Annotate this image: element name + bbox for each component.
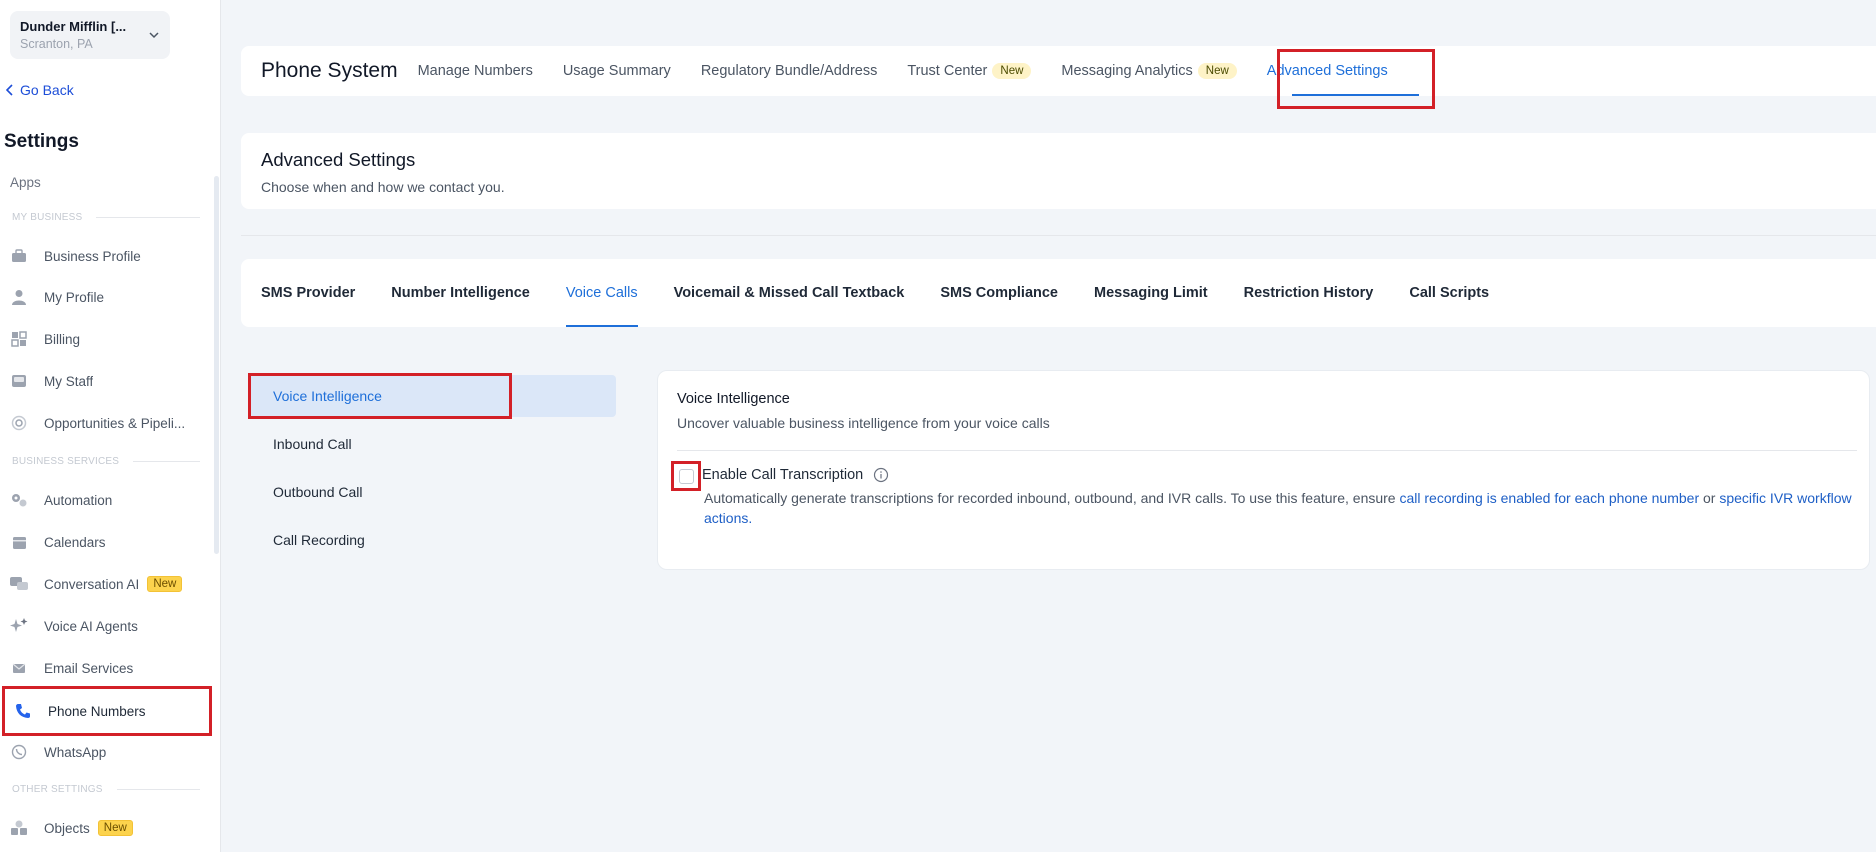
- sidebar-item-label: Automation: [44, 492, 113, 508]
- checkbox-label: Enable Call Transcription: [702, 467, 889, 483]
- card-title: Voice Intelligence: [677, 391, 790, 407]
- grid-icon: [10, 330, 28, 348]
- gears-icon: [10, 491, 28, 509]
- sidebar-item-label: Conversation AI: [44, 576, 140, 592]
- section-label-my-business: MY BUSINESS: [12, 212, 200, 223]
- tab-regulatory-bundle[interactable]: Regulatory Bundle/Address: [701, 63, 878, 79]
- tab-voicemail-missed-call[interactable]: Voicemail & Missed Call Textback: [674, 259, 905, 327]
- sidebar-item-label: Opportunities & Pipeli...: [44, 415, 186, 431]
- go-back-link[interactable]: Go Back: [6, 82, 74, 98]
- chevron-left-icon: [6, 84, 13, 96]
- call-recording-link[interactable]: call recording is enabled for each phone…: [1399, 490, 1699, 506]
- description-text: Automatically generate transcriptions fo…: [704, 490, 1400, 506]
- sidebar-item-phone-numbers[interactable]: Phone Numbers: [2, 686, 212, 736]
- section-title: Advanced Settings: [261, 149, 416, 170]
- voice-intelligence-card: Voice Intelligence Uncover valuable busi…: [657, 370, 1870, 570]
- tab-voice-calls[interactable]: Voice Calls: [565, 259, 638, 327]
- sidebar-item-label: My Staff: [44, 373, 94, 389]
- sidebar-item-objects[interactable]: Objects New: [10, 811, 210, 845]
- tab-usage-summary[interactable]: Usage Summary: [563, 63, 671, 79]
- sidebar-item-business-profile[interactable]: Business Profile: [10, 239, 210, 273]
- new-badge: New: [147, 576, 183, 592]
- tab-manage-numbers[interactable]: Manage Numbers: [418, 63, 533, 79]
- tab-label: Messaging Analytics: [1061, 63, 1193, 79]
- sidebar-item-conversation-ai[interactable]: Conversation AI New: [10, 567, 210, 601]
- subnav-voice-intelligence[interactable]: Voice Intelligence: [273, 388, 382, 404]
- staff-icon: [10, 372, 28, 390]
- tab-label: Trust Center: [907, 63, 988, 79]
- calendar-icon: [10, 533, 28, 551]
- target-icon: [10, 414, 28, 432]
- sidebar-item-label: Email Services: [44, 660, 134, 676]
- sidebar-item-opportunities[interactable]: Opportunities & Pipeli...: [10, 406, 210, 440]
- checkbox-label-text: Enable Call Transcription: [702, 467, 864, 483]
- sidebar-item-calendars[interactable]: Calendars: [10, 525, 210, 559]
- subnav-outbound-call[interactable]: Outbound Call: [273, 484, 363, 500]
- sidebar-item-my-profile[interactable]: My Profile: [10, 280, 210, 314]
- sidebar-item-label: Billing: [44, 331, 81, 347]
- page-title: Phone System: [261, 59, 398, 82]
- location-address: Scranton, PA: [20, 37, 93, 51]
- user-icon: [10, 288, 28, 306]
- chevron-down-icon: [149, 32, 159, 39]
- sidebar-item-label: Phone Numbers: [48, 703, 146, 719]
- email-icon: [10, 659, 28, 677]
- sidebar-item-label: Calendars: [44, 534, 106, 550]
- sidebar: Dunder Mifflin [... Scranton, PA Go Back…: [0, 0, 221, 852]
- tab-sms-compliance[interactable]: SMS Compliance: [940, 259, 1058, 327]
- phone-icon: [14, 702, 32, 720]
- divider: [677, 450, 1857, 451]
- briefcase-icon: [10, 247, 28, 265]
- new-badge: New: [97, 820, 133, 836]
- advanced-settings-card: Advanced Settings Choose when and how we…: [241, 133, 1876, 209]
- subnav-inbound-call[interactable]: Inbound Call: [273, 436, 352, 452]
- go-back-label: Go Back: [20, 82, 74, 98]
- tab-call-scripts[interactable]: Call Scripts: [1409, 259, 1489, 327]
- sidebar-item-label: Voice AI Agents: [44, 618, 138, 634]
- new-badge: New: [1197, 63, 1237, 79]
- settings-subtabs: SMS Provider Number Intelligence Voice C…: [241, 259, 1876, 327]
- tab-sms-provider[interactable]: SMS Provider: [261, 259, 355, 327]
- subnav-call-recording[interactable]: Call Recording: [273, 532, 365, 548]
- sidebar-item-voice-ai-agents[interactable]: Voice AI Agents: [10, 609, 210, 643]
- new-badge: New: [992, 63, 1032, 79]
- sidebar-item-my-staff[interactable]: My Staff: [10, 364, 210, 398]
- sidebar-item-label: My Profile: [44, 289, 105, 305]
- section-label-business-services: BUSINESS SERVICES: [12, 456, 200, 467]
- sidebar-item-label: Business Profile: [44, 248, 141, 264]
- location-switcher[interactable]: Dunder Mifflin [... Scranton, PA: [10, 11, 170, 59]
- sparkle-icon: [10, 617, 28, 635]
- info-icon[interactable]: [873, 467, 889, 483]
- location-name: Dunder Mifflin [...: [20, 19, 127, 34]
- sidebar-item-label: Objects: [44, 820, 90, 836]
- sidebar-item-automation[interactable]: Automation: [10, 483, 210, 517]
- whatsapp-icon: [10, 743, 28, 761]
- sidebar-scrollbar[interactable]: [214, 176, 219, 554]
- card-subtitle: Uncover valuable business intelligence f…: [677, 415, 1050, 431]
- sidebar-item-billing[interactable]: Billing: [10, 322, 210, 356]
- sidebar-item-apps[interactable]: Apps: [10, 175, 41, 190]
- tab-number-intelligence[interactable]: Number Intelligence: [391, 259, 530, 327]
- tab-trust-center[interactable]: Trust Center New: [907, 63, 1032, 79]
- tab-restriction-history[interactable]: Restriction History: [1244, 259, 1374, 327]
- chat-icon: [10, 575, 28, 593]
- objects-icon: [10, 819, 28, 837]
- section-subtitle: Choose when and how we contact you.: [261, 179, 505, 195]
- settings-title: Settings: [4, 131, 79, 152]
- divider: [241, 235, 1876, 236]
- checkbox-description: Automatically generate transcriptions fo…: [704, 488, 1859, 528]
- tab-messaging-analytics[interactable]: Messaging Analytics New: [1061, 63, 1237, 79]
- tab-messaging-limit[interactable]: Messaging Limit: [1094, 259, 1208, 327]
- phone-system-header: Phone System Manage Numbers Usage Summar…: [241, 46, 1876, 96]
- enable-call-transcription-checkbox[interactable]: [679, 469, 694, 484]
- sidebar-item-email-services[interactable]: Email Services: [10, 651, 210, 685]
- sidebar-item-label: WhatsApp: [44, 744, 107, 760]
- section-label-other-settings: OTHER SETTINGS: [12, 784, 200, 795]
- sidebar-item-whatsapp[interactable]: WhatsApp: [10, 735, 210, 769]
- highlight-box: [1277, 49, 1435, 109]
- description-or: or: [1699, 490, 1720, 506]
